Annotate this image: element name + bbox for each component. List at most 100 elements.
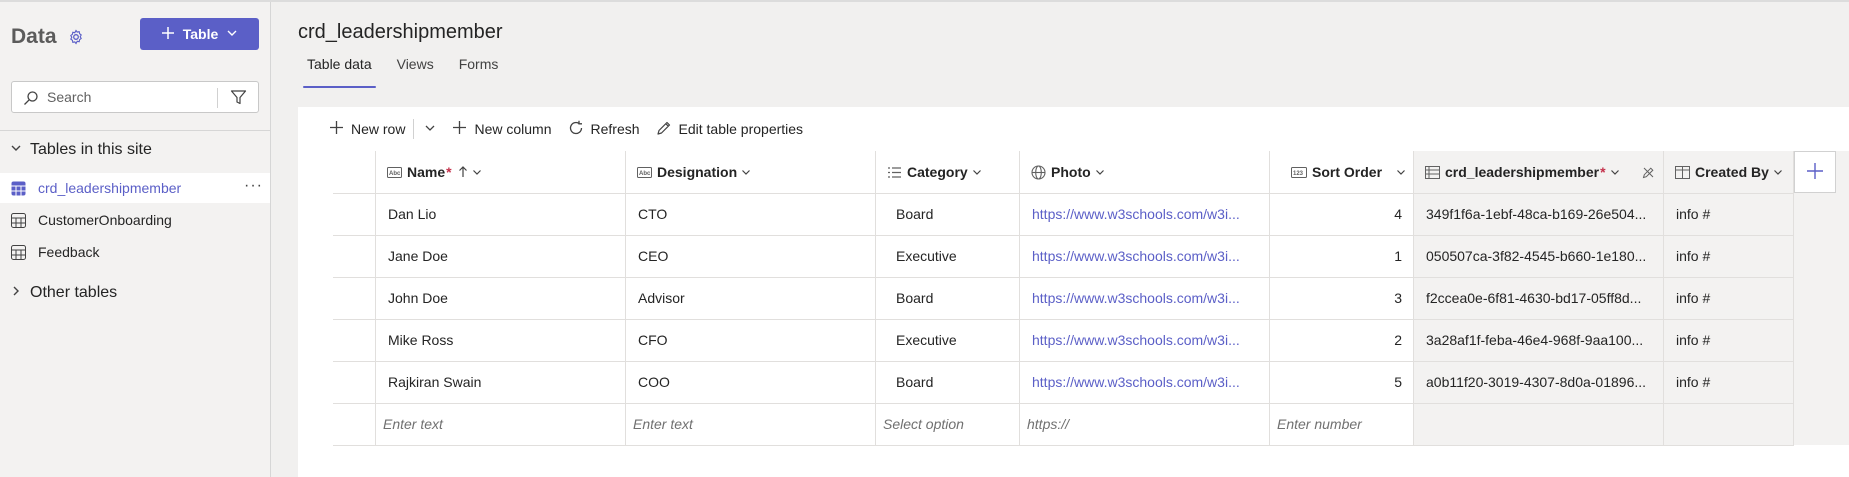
chevron-down-icon [226, 26, 238, 42]
chevron-down-icon [1610, 167, 1620, 177]
column-header-created-by[interactable]: Created By [1675, 151, 1793, 193]
tables-section-header[interactable]: Tables in this site [10, 141, 152, 159]
sidebar-item-customeronboarding[interactable]: CustomerOnboarding [0, 205, 270, 235]
svg-text:Abc: Abc [639, 171, 651, 177]
cell-category[interactable]: Board [896, 193, 1016, 235]
chevron-down-icon [1773, 167, 1783, 177]
filter-icon[interactable] [230, 89, 247, 109]
column-divider [875, 151, 876, 446]
cell-name[interactable]: John Doe [388, 277, 618, 319]
column-header-photo[interactable]: Photo [1031, 151, 1266, 193]
cell-sort-order[interactable]: 4 [1277, 193, 1402, 235]
header-label: Name [407, 164, 446, 180]
sidebar-item-label: CustomerOnboarding [38, 212, 172, 228]
required-indicator: * [1600, 164, 1606, 180]
row-divider [333, 445, 1794, 446]
new-row-sort-order-input[interactable]: Enter number [1277, 403, 1407, 445]
cell-photo-link[interactable]: https://www.w3schools.com/w3i... [1032, 193, 1264, 235]
cell-sort-order[interactable]: 2 [1277, 319, 1402, 361]
chevron-down-icon [10, 141, 22, 159]
column-header-crd-leadershipmember[interactable]: crd_leadershipmember * [1425, 151, 1661, 193]
number-field-icon: 123 [1291, 166, 1307, 178]
search-divider [217, 88, 218, 108]
new-row-photo-input[interactable]: https:// [1027, 403, 1257, 445]
other-tables-section-header[interactable]: Other tables [10, 284, 117, 302]
cell-photo-link[interactable]: https://www.w3schools.com/w3i... [1032, 235, 1264, 277]
header-label: Sort Order [1312, 164, 1383, 180]
svg-text:Abc: Abc [389, 171, 401, 177]
cell-designation[interactable]: CTO [638, 193, 868, 235]
table-icon [11, 213, 26, 231]
cell-name[interactable]: Rajkiran Swain [388, 361, 618, 403]
sidebar-item-label: crd_leadershipmember [38, 180, 182, 196]
toolbar-divider [413, 119, 415, 139]
header-label: Created By [1695, 164, 1769, 180]
plus-icon [1806, 162, 1824, 183]
column-header-sort-order[interactable]: 123 Sort Order [1291, 151, 1411, 193]
cell-sort-order[interactable]: 3 [1277, 277, 1402, 319]
new-row-designation-input[interactable]: Enter text [633, 403, 863, 445]
cell-category[interactable]: Board [896, 277, 1016, 319]
cell-id: a0b11f20-3019-4307-8d0a-01896... [1426, 374, 1647, 390]
chevron-down-icon [472, 167, 482, 177]
header-label: Photo [1051, 164, 1091, 180]
cell-id: 3a28af1f-feba-46e4-968f-9aa100... [1426, 332, 1644, 348]
header-label: Designation [657, 164, 738, 180]
new-row-button[interactable]: New row [329, 120, 405, 138]
add-table-button[interactable]: Table [140, 18, 259, 50]
table-icon [11, 181, 26, 199]
edit-table-properties-button[interactable]: Edit table properties [656, 120, 803, 139]
cell-category[interactable]: Board [896, 361, 1016, 403]
cell-sort-order[interactable]: 5 [1277, 361, 1402, 403]
sidebar-item-label: Feedback [38, 244, 100, 260]
search-icon [23, 90, 39, 109]
tab-forms[interactable]: Forms [459, 56, 499, 88]
new-row-dropdown[interactable] [424, 121, 436, 137]
tab-table-data[interactable]: Table data [303, 56, 376, 88]
cell-designation[interactable]: Advisor [638, 277, 868, 319]
gear-icon[interactable] [68, 29, 84, 45]
cell-photo-link[interactable]: https://www.w3schools.com/w3i... [1032, 361, 1264, 403]
cell-sort-order[interactable]: 1 [1277, 235, 1402, 277]
tab-views[interactable]: Views [397, 56, 434, 88]
primary-key-icon [1425, 165, 1440, 179]
tables-section-label: Tables in this site [30, 141, 152, 158]
refresh-icon [568, 120, 584, 139]
search-input[interactable] [47, 88, 217, 106]
new-row-category-select[interactable]: Select option [883, 403, 1013, 445]
cell-category[interactable]: Executive [896, 319, 1016, 361]
column-divider [1269, 151, 1270, 446]
cell-id: 050507ca-3f82-4545-b660-1e180... [1426, 248, 1647, 264]
choice-field-icon [887, 166, 902, 179]
cell-designation[interactable]: COO [638, 361, 868, 403]
cell-photo-link[interactable]: https://www.w3schools.com/w3i... [1032, 319, 1264, 361]
sidebar-divider [0, 130, 270, 131]
more-options-icon[interactable]: ··· [244, 177, 263, 195]
column-divider [1019, 151, 1020, 446]
cell-category[interactable]: Executive [896, 235, 1016, 277]
add-column-button[interactable] [1794, 151, 1836, 193]
cell-designation[interactable]: CFO [638, 319, 868, 361]
plus-icon [161, 26, 175, 43]
cell-name[interactable]: Dan Lio [388, 193, 618, 235]
cell-name[interactable]: Jane Doe [388, 235, 618, 277]
cell-name[interactable]: Mike Ross [388, 319, 618, 361]
column-divider [1793, 151, 1794, 446]
new-column-button[interactable]: New column [452, 120, 552, 138]
column-header-name[interactable]: Abc Name * [387, 151, 622, 193]
cell-photo-link[interactable]: https://www.w3schools.com/w3i... [1032, 277, 1264, 319]
chevron-down-icon [972, 167, 982, 177]
text-field-icon: Abc [637, 166, 652, 178]
sidebar-item-crd-leadershipmember[interactable]: crd_leadershipmember ··· [0, 173, 270, 203]
new-row-label: New row [351, 121, 406, 137]
chevron-down-icon [741, 167, 751, 177]
sidebar-item-feedback[interactable]: Feedback [0, 237, 270, 267]
header-label: crd_leadershipmember [1445, 164, 1600, 180]
column-header-designation[interactable]: Abc Designation [637, 151, 872, 193]
refresh-button[interactable]: Refresh [568, 120, 640, 139]
cell-designation[interactable]: CEO [638, 235, 868, 277]
table-icon [11, 245, 26, 263]
new-row-name-input[interactable]: Enter text [383, 403, 613, 445]
column-header-category[interactable]: Category [887, 151, 1017, 193]
new-column-label: New column [474, 121, 552, 137]
